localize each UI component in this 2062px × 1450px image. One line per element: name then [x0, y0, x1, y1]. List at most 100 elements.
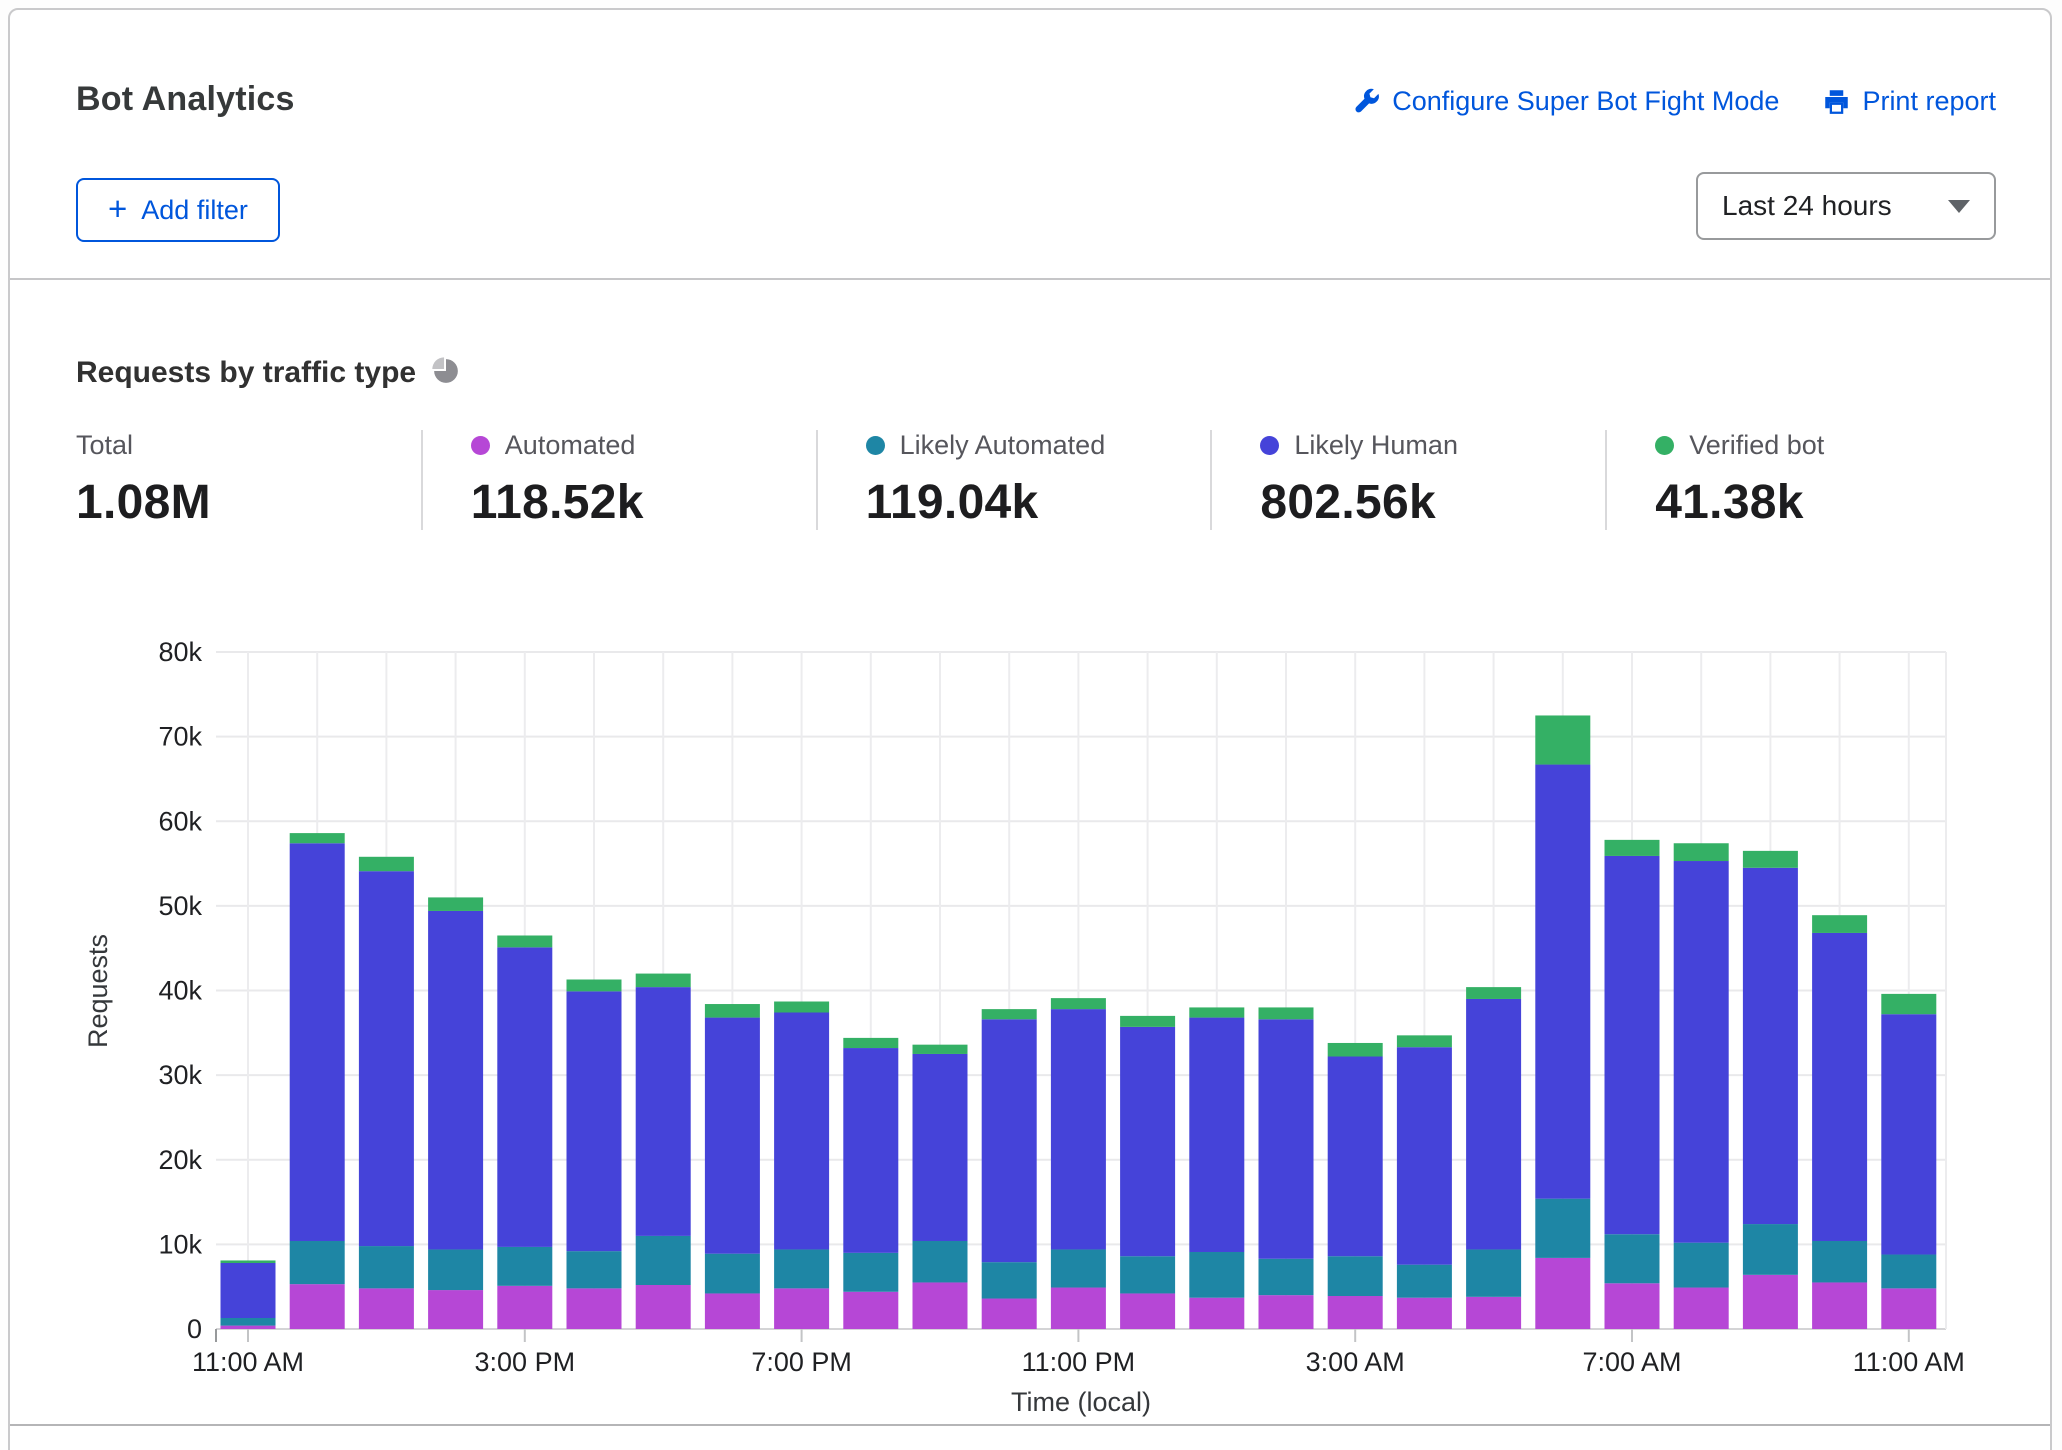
bar-segment-likely-human[interactable]: [1535, 765, 1590, 1199]
bar-segment-verified-bot[interactable]: [221, 1260, 276, 1263]
bar-segment-likely-automated[interactable]: [1881, 1255, 1936, 1289]
bar-segment-likely-automated[interactable]: [428, 1249, 483, 1290]
requests-by-traffic-type-chart[interactable]: 010k20k30k40k50k60k70k80k11:00 AM3:00 PM…: [10, 561, 2054, 1429]
bar-segment-automated[interactable]: [497, 1286, 552, 1329]
bar-segment-likely-automated[interactable]: [1812, 1241, 1867, 1282]
bar-segment-likely-human[interactable]: [497, 947, 552, 1247]
bar-segment-likely-human[interactable]: [636, 987, 691, 1236]
bar-segment-likely-automated[interactable]: [913, 1241, 968, 1282]
bar-segment-verified-bot[interactable]: [843, 1038, 898, 1048]
bar-segment-verified-bot[interactable]: [1120, 1016, 1175, 1027]
bar-segment-likely-automated[interactable]: [359, 1246, 414, 1288]
bar-segment-automated[interactable]: [567, 1288, 622, 1329]
stat-verified-bot[interactable]: Verified bot41.38k: [1605, 430, 2000, 530]
stat-automated[interactable]: Automated118.52k: [421, 430, 816, 530]
bar-segment-likely-human[interactable]: [1674, 861, 1729, 1243]
configure-super-bot-fight-mode-link[interactable]: Configure Super Bot Fight Mode: [1353, 86, 1779, 117]
bar-segment-automated[interactable]: [636, 1285, 691, 1329]
bar-segment-automated[interactable]: [982, 1299, 1037, 1329]
bar-segment-automated[interactable]: [428, 1290, 483, 1329]
bar-segment-likely-human[interactable]: [1120, 1027, 1175, 1256]
bar-segment-automated[interactable]: [705, 1293, 760, 1329]
bar-segment-likely-automated[interactable]: [1189, 1252, 1244, 1298]
bar-segment-likely-automated[interactable]: [1535, 1199, 1590, 1258]
bar-segment-automated[interactable]: [1189, 1298, 1244, 1329]
bar-segment-verified-bot[interactable]: [428, 897, 483, 911]
bar-segment-likely-human[interactable]: [359, 871, 414, 1246]
bar-segment-likely-human[interactable]: [913, 1054, 968, 1241]
bar-segment-automated[interactable]: [1812, 1282, 1867, 1329]
bar-segment-automated[interactable]: [1881, 1288, 1936, 1329]
bar-segment-likely-human[interactable]: [1259, 1019, 1314, 1258]
bar-segment-likely-automated[interactable]: [774, 1249, 829, 1288]
time-range-select[interactable]: Last 24 hours: [1696, 172, 1996, 240]
bar-segment-automated[interactable]: [913, 1282, 968, 1329]
bar-segment-likely-automated[interactable]: [1120, 1256, 1175, 1293]
bar-segment-automated[interactable]: [1259, 1295, 1314, 1329]
bar-segment-verified-bot[interactable]: [1051, 998, 1106, 1009]
bar-segment-likely-automated[interactable]: [1259, 1259, 1314, 1295]
stat-likely-automated[interactable]: Likely Automated119.04k: [816, 430, 1211, 530]
bar-segment-verified-bot[interactable]: [1881, 994, 1936, 1014]
bar-segment-likely-automated[interactable]: [290, 1241, 345, 1284]
bar-segment-automated[interactable]: [221, 1326, 276, 1329]
bar-segment-likely-automated[interactable]: [221, 1318, 276, 1326]
bar-segment-likely-automated[interactable]: [567, 1251, 622, 1288]
bar-segment-automated[interactable]: [1743, 1275, 1798, 1329]
bar-segment-likely-automated[interactable]: [1051, 1249, 1106, 1287]
bar-segment-verified-bot[interactable]: [1812, 915, 1867, 933]
bar-segment-verified-bot[interactable]: [567, 979, 622, 991]
bar-segment-likely-human[interactable]: [1743, 868, 1798, 1224]
bar-segment-likely-automated[interactable]: [1328, 1256, 1383, 1296]
bar-segment-likely-human[interactable]: [774, 1013, 829, 1250]
bar-segment-likely-automated[interactable]: [1743, 1224, 1798, 1275]
bar-segment-verified-bot[interactable]: [982, 1009, 1037, 1019]
bar-segment-verified-bot[interactable]: [636, 974, 691, 988]
bar-segment-automated[interactable]: [1120, 1293, 1175, 1329]
bar-segment-automated[interactable]: [1328, 1296, 1383, 1329]
bar-segment-verified-bot[interactable]: [1397, 1035, 1452, 1047]
bar-segment-automated[interactable]: [1051, 1288, 1106, 1329]
bar-segment-verified-bot[interactable]: [1259, 1007, 1314, 1019]
bar-segment-automated[interactable]: [290, 1284, 345, 1329]
bar-segment-likely-human[interactable]: [1812, 933, 1867, 1241]
bar-segment-likely-human[interactable]: [1881, 1014, 1936, 1254]
bar-segment-likely-automated[interactable]: [497, 1247, 552, 1286]
bar-segment-likely-human[interactable]: [221, 1263, 276, 1318]
bar-segment-likely-human[interactable]: [705, 1018, 760, 1254]
add-filter-button[interactable]: + Add filter: [76, 178, 280, 242]
bar-segment-automated[interactable]: [1397, 1298, 1452, 1329]
bar-segment-verified-bot[interactable]: [1328, 1043, 1383, 1057]
print-report-link[interactable]: Print report: [1823, 86, 1996, 117]
bar-segment-verified-bot[interactable]: [1189, 1007, 1244, 1017]
bar-segment-verified-bot[interactable]: [913, 1045, 968, 1054]
bar-segment-likely-human[interactable]: [1397, 1047, 1452, 1264]
bar-segment-automated[interactable]: [774, 1288, 829, 1329]
bar-segment-automated[interactable]: [1466, 1297, 1521, 1329]
bar-segment-likely-human[interactable]: [1189, 1018, 1244, 1252]
bar-segment-likely-human[interactable]: [1328, 1057, 1383, 1257]
bar-segment-likely-human[interactable]: [982, 1019, 1037, 1262]
bar-segment-likely-automated[interactable]: [705, 1254, 760, 1294]
bar-segment-likely-automated[interactable]: [1605, 1234, 1660, 1283]
stat-likely-human[interactable]: Likely Human802.56k: [1210, 430, 1605, 530]
stat-total[interactable]: Total1.08M: [76, 430, 421, 530]
bar-segment-likely-human[interactable]: [290, 843, 345, 1241]
bar-segment-likely-automated[interactable]: [982, 1262, 1037, 1298]
bar-segment-verified-bot[interactable]: [359, 857, 414, 871]
bar-segment-verified-bot[interactable]: [1743, 851, 1798, 868]
bar-segment-verified-bot[interactable]: [774, 1002, 829, 1013]
bar-segment-likely-automated[interactable]: [636, 1236, 691, 1285]
bar-segment-verified-bot[interactable]: [290, 833, 345, 843]
bar-segment-likely-automated[interactable]: [1466, 1249, 1521, 1296]
bar-segment-automated[interactable]: [1674, 1288, 1729, 1329]
bar-segment-likely-human[interactable]: [843, 1048, 898, 1253]
bar-segment-automated[interactable]: [843, 1292, 898, 1329]
bar-segment-likely-human[interactable]: [428, 911, 483, 1250]
bar-segment-likely-automated[interactable]: [843, 1253, 898, 1292]
bar-segment-verified-bot[interactable]: [1535, 715, 1590, 764]
bar-segment-likely-human[interactable]: [1605, 856, 1660, 1234]
bar-segment-automated[interactable]: [1605, 1283, 1660, 1329]
bar-segment-likely-human[interactable]: [567, 991, 622, 1251]
bar-segment-verified-bot[interactable]: [497, 935, 552, 947]
